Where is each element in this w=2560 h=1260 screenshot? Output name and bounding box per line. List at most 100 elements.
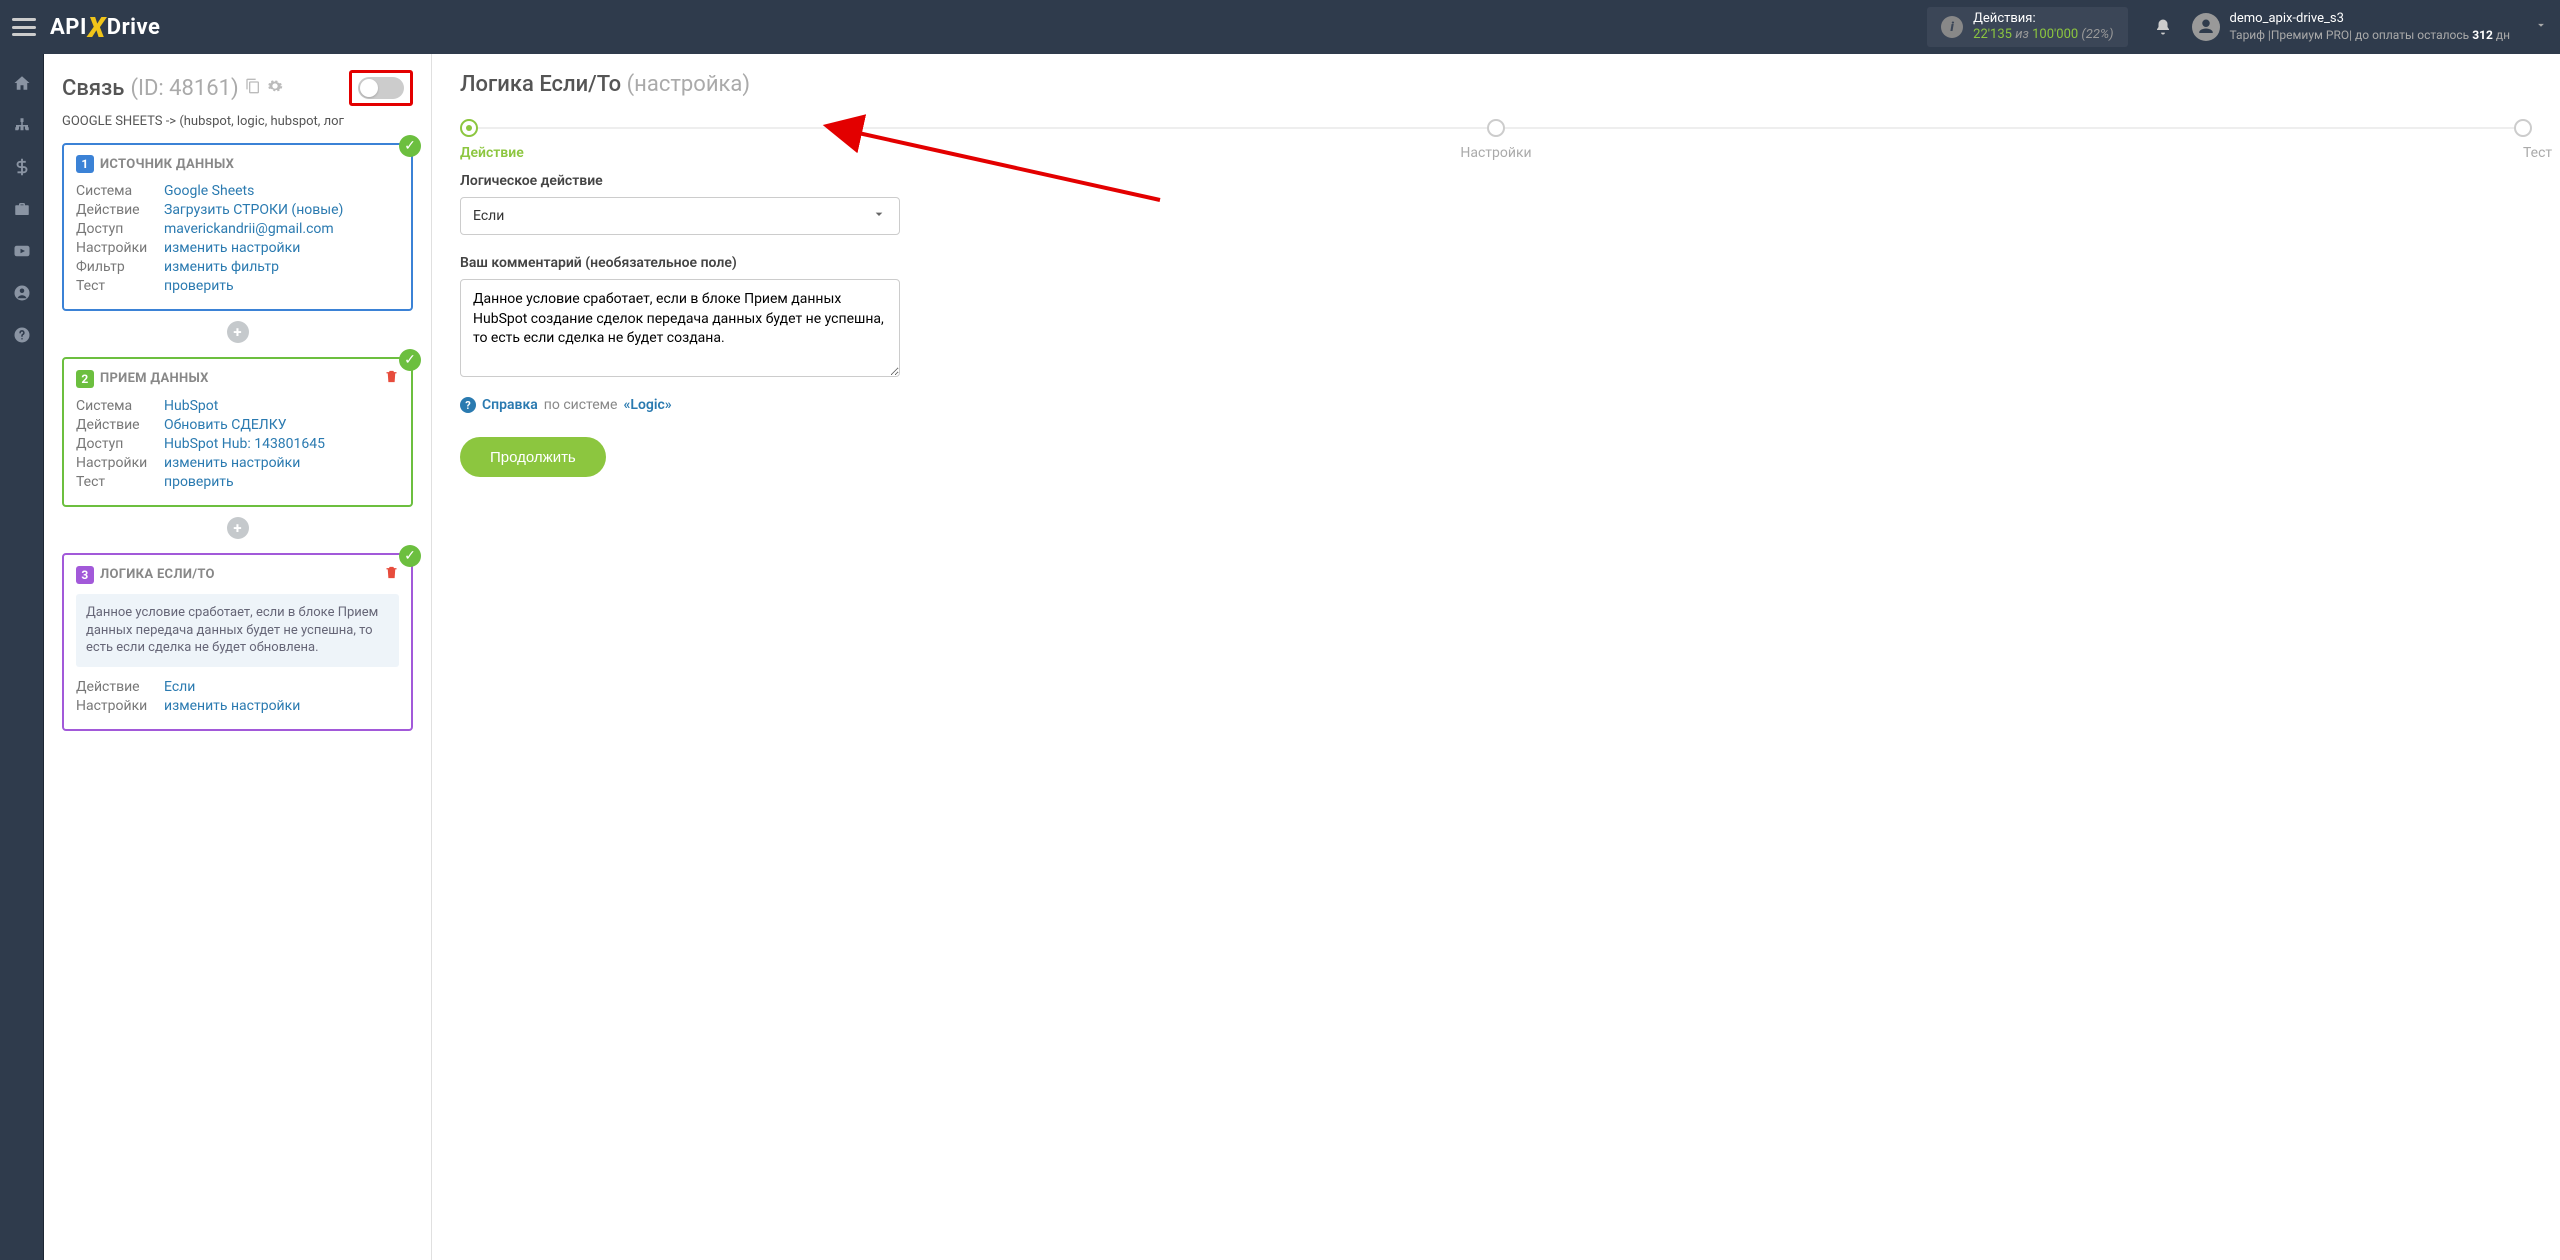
tariff-info: Тариф |Премиум PRO| до оплаты осталось 3…: [2230, 28, 2510, 44]
row-value-link[interactable]: изменить фильтр: [164, 259, 279, 275]
row-label: Доступ: [76, 436, 154, 452]
enable-toggle[interactable]: [358, 77, 404, 99]
comment-label: Ваш комментарий (необязательное поле): [460, 255, 900, 271]
card-row: ДействиеЗагрузить СТРОКИ (новые): [76, 202, 399, 218]
trash-icon[interactable]: [384, 369, 399, 388]
step-settings[interactable]: Настройки: [1487, 119, 1505, 137]
card-number: 1: [76, 155, 94, 173]
card-number: 3: [76, 566, 94, 584]
row-value-link[interactable]: Загрузить СТРОКИ (новые): [164, 202, 343, 218]
help-icon: ?: [460, 397, 476, 413]
nav-connections-icon[interactable]: [0, 104, 43, 146]
continue-button[interactable]: Продолжить: [460, 437, 606, 477]
card-row: Доступ HubSpot Hub: 143801645: [76, 436, 399, 452]
card-row: Действие Обновить СДЕЛКУ: [76, 417, 399, 433]
nav-home-icon[interactable]: [0, 62, 43, 104]
actions-used: 22'135: [1973, 27, 2012, 42]
add-step-button[interactable]: +: [227, 517, 249, 539]
actions-label: Действия:: [1973, 11, 2113, 27]
enable-toggle-highlight: [349, 70, 413, 106]
row-value-link[interactable]: изменить настройки: [164, 455, 300, 471]
row-label: Тест: [76, 278, 154, 294]
menu-icon[interactable]: [12, 18, 36, 36]
destination-card-title: ПРИЕМ ДАННЫХ: [100, 371, 209, 386]
info-icon: i: [1941, 16, 1963, 38]
card-row: Тест проверить: [76, 474, 399, 490]
top-header: APIXDrive i Действия: 22'135 из 100'000 …: [0, 0, 2560, 54]
card-row: Настройки изменить настройки: [76, 698, 399, 714]
row-label: Система: [76, 183, 154, 199]
card-row: Фильтр изменить фильтр: [76, 259, 399, 275]
card-row: Тест проверить: [76, 278, 399, 294]
add-step-button[interactable]: +: [227, 321, 249, 343]
card-row: Настройки изменить настройки: [76, 455, 399, 471]
page-title: Логика Если/То (настройка): [460, 72, 2532, 97]
check-badge-icon: ✓: [399, 349, 421, 371]
connection-title: Связь: [62, 76, 124, 101]
nav-help-icon[interactable]: [0, 314, 43, 356]
card-row: Настройкиизменить настройки: [76, 240, 399, 256]
source-card-title: ИСТОЧНИК ДАННЫХ: [100, 157, 234, 172]
row-value-link[interactable]: проверить: [164, 278, 234, 294]
row-label: Действие: [76, 417, 154, 433]
step-action[interactable]: Действие: [460, 119, 478, 137]
row-value-link[interactable]: Обновить СДЕЛКУ: [164, 417, 287, 433]
help-link[interactable]: ? Справка по системе «Logic»: [460, 397, 900, 413]
user-avatar-icon: [2192, 13, 2220, 41]
nav-briefcase-icon[interactable]: [0, 188, 43, 230]
brand-drive: Drive: [107, 15, 161, 40]
brand-logo[interactable]: APIXDrive: [50, 11, 160, 44]
brand-x-icon: X: [88, 11, 106, 44]
card-row: Действие Если: [76, 679, 399, 695]
logic-comment: Данное условие сработает, если в блоке П…: [76, 594, 399, 667]
row-label: Тест: [76, 474, 154, 490]
comment-textarea[interactable]: [460, 279, 900, 377]
selected-value: Если: [473, 208, 504, 224]
left-nav-sidebar: [0, 54, 44, 1260]
bell-icon[interactable]: [2148, 12, 2178, 42]
row-label: Доступ: [76, 221, 154, 237]
row-value-link[interactable]: HubSpot: [164, 398, 218, 414]
step-test[interactable]: Тест: [2514, 119, 2532, 137]
row-value-link[interactable]: изменить настройки: [164, 698, 300, 714]
main-content: Логика Если/То (настройка) Действие Наст…: [432, 54, 2560, 1260]
logic-card-title: ЛОГИКА ЕСЛИ/ТО: [100, 567, 215, 582]
nav-video-icon[interactable]: [0, 230, 43, 272]
check-badge-icon: ✓: [399, 545, 421, 567]
card-row: Система Google Sheets: [76, 183, 399, 199]
chevron-down-icon: [871, 206, 887, 226]
trash-icon[interactable]: [384, 565, 399, 584]
check-badge-icon: ✓: [399, 135, 421, 157]
connection-id: (ID: 48161): [130, 76, 238, 101]
source-card: ✓ 1ИСТОЧНИК ДАННЫХ СистемаGoogle SheetsД…: [62, 143, 413, 311]
nav-billing-icon[interactable]: [0, 146, 43, 188]
row-value-link[interactable]: изменить настройки: [164, 240, 300, 256]
progress-stepper: Действие Настройки Тест: [460, 119, 2532, 137]
connection-subtitle: GOOGLE SHEETS -> (hubspot, logic, hubspo…: [62, 114, 413, 129]
row-value-link[interactable]: проверить: [164, 474, 234, 490]
row-value-link[interactable]: HubSpot Hub: 143801645: [164, 436, 325, 452]
row-label: Настройки: [76, 455, 154, 471]
logic-action-select[interactable]: Если: [460, 197, 900, 235]
copy-icon[interactable]: [245, 78, 261, 98]
row-label: Система: [76, 398, 154, 414]
destination-card: ✓ 2ПРИЕМ ДАННЫХ СистемаHubSpotДействиеОб…: [62, 357, 413, 507]
row-value-link[interactable]: Google Sheets: [164, 183, 254, 199]
nav-account-icon[interactable]: [0, 272, 43, 314]
card-number: 2: [76, 370, 94, 388]
connection-side-panel: Связь (ID: 48161) GOOGLE SHEETS -> (hubs…: [44, 54, 432, 1260]
row-label: Фильтр: [76, 259, 154, 275]
gear-icon[interactable]: [267, 78, 283, 98]
brand-api: API: [50, 15, 87, 40]
user-menu[interactable]: demo_apix-drive_s3 Тариф |Премиум PRO| д…: [2192, 11, 2548, 43]
username: demo_apix-drive_s3: [2230, 11, 2510, 28]
chevron-down-icon: [2534, 18, 2548, 36]
row-value-link[interactable]: maverickandrii@gmail.com: [164, 221, 334, 237]
card-row: Система HubSpot: [76, 398, 399, 414]
actions-counter[interactable]: i Действия: 22'135 из 100'000 (22%): [1927, 7, 2127, 47]
row-value-link[interactable]: Если: [164, 679, 195, 695]
row-label: Действие: [76, 679, 154, 695]
actions-total: 100'000: [2032, 27, 2078, 42]
row-label: Настройки: [76, 698, 154, 714]
logic-card: ✓ 3ЛОГИКА ЕСЛИ/ТО Данное условие сработа…: [62, 553, 413, 731]
